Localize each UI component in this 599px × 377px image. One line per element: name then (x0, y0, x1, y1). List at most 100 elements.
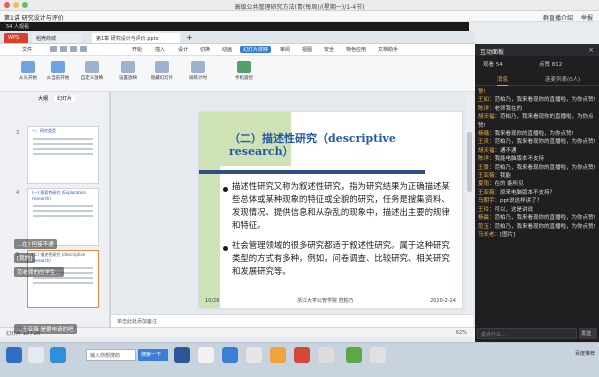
menu-file[interactable]: 文件 (22, 46, 32, 53)
chat-message: 王景：范柏乃，我来看现你的直播啦，为你点赞! (478, 164, 596, 171)
app-tabbar: WPS 稻壳商城 第1章 研究设计与评价.pptx + (0, 31, 475, 44)
menu-home[interactable]: 开始 (132, 46, 142, 53)
chat-message: 胡天福：通不通 (478, 147, 517, 154)
send-button[interactable]: 发送 (579, 328, 597, 339)
thumb-number: 3 (16, 130, 20, 136)
menu-review[interactable]: 审阅 (280, 46, 290, 53)
camera-icon[interactable] (318, 347, 334, 363)
panel-tabs: 消息 连麦列表(0人) (475, 72, 599, 86)
message-list[interactable]: 警! 王如：范柏乃，我来看现你的直播啦，为你点赞! 陈洋：老师我在的 胡天福：范… (478, 88, 597, 324)
ribbon: 从头开始 从当前开始 自定义放映 设置放映 隐藏幻灯片 排练计时 手机遥控 (0, 56, 475, 92)
overlay-message: ...王亚薇 是要申请的吧 (14, 324, 77, 334)
tab-outline[interactable]: 大纲 (38, 95, 48, 102)
chat-input-placeholder: 说点什么... (481, 332, 506, 338)
hide-slide-button[interactable]: 隐藏幻灯片 (150, 61, 174, 87)
folder-icon[interactable] (270, 347, 286, 363)
menu-view[interactable]: 视图 (302, 46, 312, 53)
report-link[interactable]: 举报 (581, 13, 593, 22)
interaction-panel: 互动面板 × 观看 54 点赞 812 消息 连麦列表(0人) 警! 王如：范柏… (475, 44, 599, 342)
chrome-icon[interactable] (246, 347, 262, 363)
menu-slideshow[interactable]: 幻灯片放映 (240, 46, 272, 53)
menu-transition[interactable]: 切换 (200, 46, 210, 53)
menu-doc-assistant[interactable]: 文档助手 (378, 46, 398, 53)
slide-title: （二）描述性研究（descriptive research） (229, 132, 396, 158)
rehearse-timings-label: 排练计时 (189, 76, 207, 81)
slide-thumb[interactable]: 一、研究类型 (27, 126, 99, 184)
taskbar-search-input[interactable]: 输入你想搜的 (86, 349, 136, 361)
menu-insert[interactable]: 插入 (155, 46, 165, 53)
new-tab-button[interactable]: + (184, 33, 194, 43)
setup-show-label: 设置放映 (119, 76, 137, 81)
tab-current-document[interactable]: 第1章 研究设计与评价.pptx (92, 33, 180, 43)
timer-icon (191, 61, 205, 73)
thumb-title: (一) 探索性研究 (Exploration research) (32, 190, 86, 201)
tab-docer-store[interactable]: 稻壳商城 (32, 33, 82, 43)
custom-show-label: 自定义放映 (80, 76, 104, 81)
menu-animation[interactable]: 动画 (222, 46, 232, 53)
os-taskbar: 输入你想搜的 搜索一下 百度推荐 (0, 342, 599, 377)
overlay-message: [我的] (14, 253, 36, 263)
menu-special-apps[interactable]: 特色应用 (346, 46, 366, 53)
explorer-icon[interactable] (50, 347, 66, 363)
stream-strip: 54 人观看 (0, 22, 469, 31)
slide-page-number: 10/26 (205, 298, 220, 304)
save-icon[interactable] (50, 46, 57, 52)
window-titlebar: 高级公共管理研究方法(青(每周)/(星期一)/1-4节) (0, 0, 599, 11)
slide-decor-strip (199, 112, 220, 308)
setup-show-button[interactable]: 设置放映 (116, 61, 140, 87)
start-icon[interactable] (6, 347, 22, 363)
wps-icon[interactable] (294, 347, 310, 363)
sogou-icon[interactable] (198, 347, 214, 363)
tab-mic-list[interactable]: 连麦列表(0人) (545, 75, 580, 83)
custom-show-button[interactable]: 自定义放映 (80, 61, 104, 87)
chat-message: 王玲：可以，这是讲说 (478, 206, 534, 213)
hide-slide-icon (155, 61, 169, 73)
play-from-current-button[interactable]: 从当前开始 (46, 61, 70, 87)
play-icon (21, 61, 35, 73)
taskbar-sys-text: 百度推荐 (574, 351, 595, 357)
close-icon[interactable]: × (588, 46, 594, 54)
chat-message: 杨晨：范柏乃，我来看现你的直播啦，为你点赞! (478, 215, 596, 222)
notes-field[interactable]: 单击此处添加备注 (111, 314, 473, 327)
slide-paragraph-2: 社会管理领域的很多研究都适于叙述性研究。属于这种研究类型的方式有多种，例如，问卷… (232, 240, 450, 276)
rehearse-timings-button[interactable]: 排练计时 (186, 61, 210, 87)
qq-icon[interactable] (222, 347, 238, 363)
chat-message: 范玉：范柏乃，我来看现你的直播啦，为你点赞! (478, 223, 596, 230)
panel-header: 互动面板 × (475, 44, 599, 56)
group-live-intro-link[interactable]: 群直播介绍 (543, 13, 573, 22)
course-title: 第1讲 研究设计与评价 (4, 15, 64, 22)
chat-message: 马朝宇：ppt说这样讲了？ (478, 198, 543, 205)
tab-wps[interactable]: WPS (4, 33, 28, 43)
thumb-number: 4 (16, 190, 20, 196)
media-icon[interactable] (370, 347, 386, 363)
custom-show-icon (85, 61, 99, 73)
phone-remote-button[interactable]: 手机遥控 (232, 61, 256, 87)
play-from-current-label: 从当前开始 (46, 76, 70, 81)
undo-icon[interactable] (70, 46, 77, 52)
word-icon[interactable] (174, 347, 190, 363)
thumb-title: 一、研究类型 (32, 128, 56, 133)
menu-design[interactable]: 设计 (178, 46, 188, 53)
browser-icon[interactable] (28, 347, 44, 363)
redo-icon[interactable] (80, 46, 87, 52)
editor-scrollbar[interactable] (466, 92, 473, 314)
viewer-count: 54 人观看 (6, 24, 29, 30)
chat-message: 王亚薇：原来电脑版本不支持？ (478, 189, 556, 196)
taskbar-search-button[interactable]: 搜索一下 (138, 349, 168, 361)
chat-message: 马长老：[图片] (478, 231, 516, 238)
scrollbar-thumb[interactable] (467, 132, 472, 192)
chat-input[interactable]: 说点什么... (477, 328, 577, 339)
print-icon[interactable] (60, 46, 67, 52)
tab-messages[interactable]: 消息 (497, 75, 509, 86)
menu-security[interactable]: 安全 (324, 46, 334, 53)
zoom-level[interactable]: 62% (456, 330, 467, 336)
tab-slides[interactable]: 幻灯片 (54, 95, 76, 102)
current-slide[interactable]: （二）描述性研究（descriptive research） 描述性研究又称为叙… (199, 112, 462, 308)
wechat-icon[interactable] (346, 347, 362, 363)
notes-placeholder: 单击此处添加备注 (117, 319, 158, 325)
window-title: 高级公共管理研究方法(青(每周)/(星期一)/1-4节) (234, 4, 365, 11)
play-from-start-button[interactable]: 从头开始 (16, 61, 40, 87)
setup-show-icon (121, 61, 135, 73)
slide-paragraph-1: 描述性研究又称为叙述性研究，指为研究结果为正确描述某些总体或某种现象的特征或全貌… (232, 181, 450, 230)
overlay-message: ...在] 但接不通 (14, 239, 57, 249)
